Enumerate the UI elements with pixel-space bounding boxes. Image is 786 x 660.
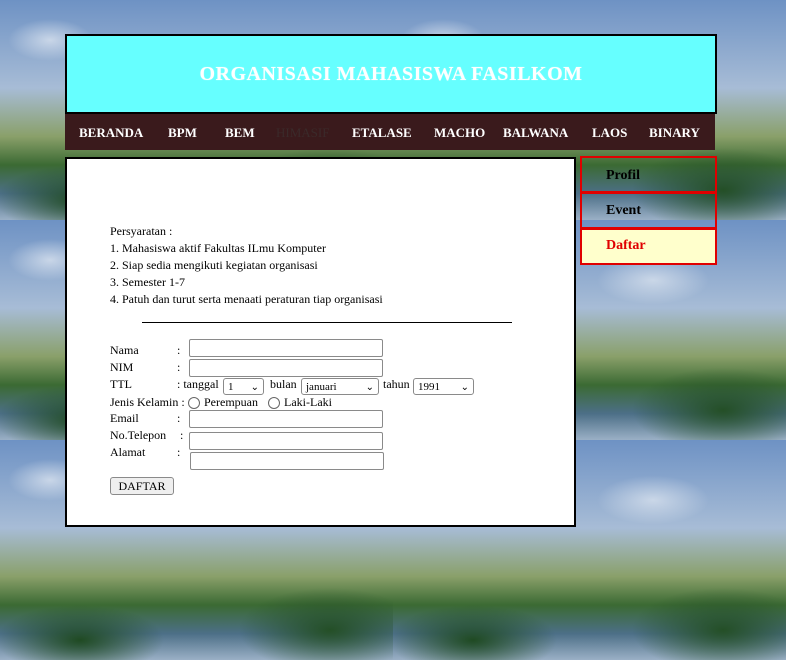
sidebar-item-daftar[interactable]: Daftar [580, 228, 717, 265]
chevron-down-icon: ⌄ [365, 382, 374, 393]
sidebar-item-event[interactable]: Event [580, 191, 717, 229]
laki-laki-label: Laki-Laki [284, 395, 332, 409]
tahun-select[interactable]: 1991 ⌄ [413, 378, 474, 395]
laki-laki-radio[interactable] [268, 397, 280, 409]
nav-item-macho[interactable]: MACHO [434, 125, 485, 141]
ttl-label: TTL [110, 377, 132, 391]
colon: : [177, 411, 181, 425]
nav-item-binary[interactable]: BINARY [649, 125, 700, 141]
requirement-item: 2. Siap sedia mengikuti kegiatan organis… [110, 258, 318, 272]
requirement-item: 3. Semester 1-7 [110, 275, 185, 289]
nav-item-himasif[interactable]: HIMASIF [276, 125, 329, 141]
requirements-title: Persyaratan : [110, 224, 173, 238]
sidebar-item-label: Profil [606, 168, 640, 183]
nama-label: Nama [110, 343, 139, 357]
chevron-down-icon: ⌄ [460, 382, 469, 393]
tanggal-value: 1 [228, 381, 234, 393]
nav-item-balwana[interactable]: BALWANA [503, 125, 568, 141]
requirements-list: Persyaratan : 1. Mahasiswa aktif Fakulta… [110, 223, 383, 308]
sidebar-item-profil[interactable]: Profil [580, 156, 717, 194]
jenis-kelamin-label: Jenis Kelamin : [110, 395, 185, 409]
email-label: Email [110, 411, 139, 425]
nav-item-bpm[interactable]: BPM [168, 125, 197, 141]
email-input[interactable] [189, 410, 383, 428]
telepon-label: No.Telepon [110, 428, 167, 442]
sidebar-item-label: Daftar [606, 238, 646, 253]
colon: : [177, 360, 181, 374]
nav-item-bem[interactable]: BEM [225, 125, 255, 141]
nav-item-laos[interactable]: LAOS [592, 125, 627, 141]
bulan-value: januari [306, 381, 337, 393]
perempuan-radio[interactable] [188, 397, 200, 409]
sidebar-item-label: Event [606, 203, 641, 218]
tahun-label: tahun [383, 377, 410, 391]
requirement-item: 1. Mahasiswa aktif Fakultas ILmu Kompute… [110, 241, 326, 255]
site-header: ORGANISASI MAHASISWA FASILKOM [65, 34, 717, 114]
main-nav: BERANDA BPM BEM HIMASIF ETALASE MACHO BA… [65, 114, 715, 150]
bulan-label: bulan [270, 377, 297, 391]
perempuan-label: Perempuan [204, 395, 258, 409]
nama-input[interactable] [189, 339, 383, 357]
site-title: ORGANISASI MAHASISWA FASILKOM [199, 62, 583, 85]
requirement-item: 4. Patuh dan turut serta menaati peratur… [110, 292, 383, 306]
tanggal-select[interactable]: 1 ⌄ [223, 378, 264, 395]
nim-label: NIM [110, 360, 134, 374]
bulan-select[interactable]: januari ⌄ [301, 378, 379, 395]
alamat-input[interactable] [190, 452, 384, 470]
nim-input[interactable] [189, 359, 383, 377]
colon: : [180, 428, 184, 442]
alamat-label: Alamat [110, 445, 146, 459]
nav-item-etalase[interactable]: ETALASE [352, 125, 412, 141]
daftar-submit-button[interactable]: DAFTAR [110, 477, 174, 495]
tanggal-label: : tanggal [177, 377, 219, 391]
chevron-down-icon: ⌄ [250, 382, 259, 393]
tahun-value: 1991 [418, 381, 440, 393]
registration-panel: Persyaratan : 1. Mahasiswa aktif Fakulta… [65, 157, 576, 527]
nav-item-beranda[interactable]: BERANDA [79, 125, 143, 141]
colon: : [177, 445, 181, 459]
telepon-input[interactable] [189, 432, 383, 450]
divider [142, 322, 512, 323]
colon: : [177, 343, 181, 357]
